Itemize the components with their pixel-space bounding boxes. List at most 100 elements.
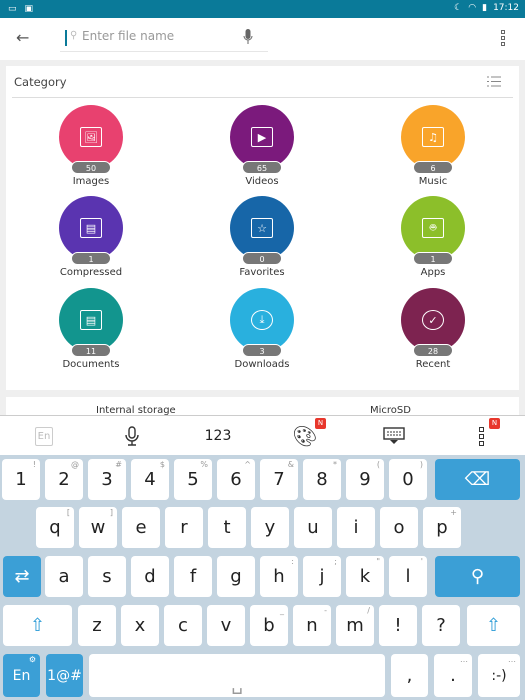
search-field[interactable]: ⚲: [60, 26, 268, 52]
key-hint: (: [376, 460, 380, 469]
key-o[interactable]: o: [380, 507, 418, 548]
key-hint: _: [280, 606, 284, 615]
key-.[interactable]: .…: [434, 654, 472, 697]
key-j[interactable]: j;: [303, 556, 341, 597]
key-1[interactable]: 1!: [2, 459, 40, 500]
key-0[interactable]: 0): [389, 459, 427, 500]
key-v[interactable]: v: [207, 605, 245, 646]
key-5[interactable]: 5%: [174, 459, 212, 500]
key-y[interactable]: y: [251, 507, 289, 548]
key-label: a: [58, 566, 70, 587]
key-label: c: [178, 615, 188, 636]
key-?[interactable]: ?: [422, 605, 460, 646]
key-9[interactable]: 9(: [346, 459, 384, 500]
key-u[interactable]: u: [294, 507, 332, 548]
category-recent[interactable]: ✓ 28 Recent: [383, 288, 483, 370]
key-b[interactable]: b _: [250, 605, 288, 646]
text-cursor: [65, 30, 67, 46]
category-apps[interactable]: 🤖︎ 1 Apps: [383, 196, 483, 278]
key-hint: ^: [244, 460, 251, 469]
space-key[interactable]: ␣: [89, 654, 385, 697]
key-e[interactable]: e: [122, 507, 160, 548]
key-m[interactable]: m /: [336, 605, 374, 646]
category-label: Apps: [420, 267, 446, 278]
key-label: f: [189, 566, 197, 587]
key-s[interactable]: s: [88, 556, 126, 597]
language-indicator[interactable]: En: [30, 416, 58, 456]
key-7[interactable]: 7 &: [260, 459, 298, 500]
keyboard-menu-icon[interactable]: [474, 416, 488, 456]
numbers-button[interactable]: 123: [196, 416, 240, 456]
category-label: Documents: [62, 359, 120, 370]
key-8[interactable]: 8 *: [303, 459, 341, 500]
category-images[interactable]: 🖼︎ 50 Images: [41, 105, 141, 187]
category-downloads[interactable]: ⤓ 3 Downloads: [212, 288, 312, 370]
key-label: p: [436, 517, 448, 538]
key-4[interactable]: 4 $: [131, 459, 169, 500]
key-hint: -: [324, 606, 327, 615]
symbols-key[interactable]: 1@#: [46, 654, 83, 697]
count-badge: 28: [413, 344, 453, 357]
key-q[interactable]: q[: [36, 507, 74, 548]
key-k[interactable]: k ": [346, 556, 384, 597]
keyboard: 1! 2 @3 #4 $5% 6 ^ 7 & 8 * 9(0) ⌫ q[w] e r t y u i o p + ⇄ a s d f g…: [0, 455, 525, 700]
category-card: Category 🖼︎ 50 Images ▶ 65 Videos ♫ 6 Music ▤ 1 Com…: [6, 66, 519, 390]
key-hint: *: [333, 460, 337, 469]
emoticon-key[interactable]: :-)…: [478, 654, 520, 697]
key-3[interactable]: 3 #: [88, 459, 126, 500]
category-videos[interactable]: ▶ 65 Videos: [212, 105, 312, 187]
category-documents[interactable]: ▤ 11 Documents: [41, 288, 141, 370]
key-r[interactable]: r: [165, 507, 203, 548]
key-hint: /: [367, 606, 370, 615]
category-circle: ▶ 65: [230, 105, 294, 174]
key-f[interactable]: f: [174, 556, 212, 597]
category-music[interactable]: ♫ 6 Music: [383, 105, 483, 187]
key-w[interactable]: w]: [79, 507, 117, 548]
voice-input-icon[interactable]: [118, 416, 146, 456]
key-label: d: [144, 566, 156, 587]
tab-key[interactable]: ⇄: [3, 556, 41, 597]
shift-right-key[interactable]: ⇧: [467, 605, 520, 646]
count-badge: 3: [242, 344, 282, 357]
key-c[interactable]: c: [164, 605, 202, 646]
more-icon[interactable]: [501, 30, 507, 46]
backspace-key[interactable]: ⌫: [435, 459, 520, 500]
back-arrow-icon[interactable]: ←: [16, 28, 29, 47]
shift-left-key[interactable]: ⇧: [3, 605, 72, 646]
category-compressed[interactable]: ▤ 1 Compressed: [41, 196, 141, 278]
hide-keyboard-icon[interactable]: [380, 416, 408, 456]
count-badge: 50: [71, 161, 111, 174]
star-icon: ☆: [251, 218, 273, 238]
key-a[interactable]: a: [45, 556, 83, 597]
key-hint: …: [460, 655, 468, 664]
key-2[interactable]: 2 @: [45, 459, 83, 500]
category-label: Videos: [245, 176, 279, 187]
key-d[interactable]: d: [131, 556, 169, 597]
android-icon: 🤖︎: [422, 218, 444, 238]
key-6[interactable]: 6 ^: [217, 459, 255, 500]
key-![interactable]: !: [379, 605, 417, 646]
key-label: i: [353, 517, 359, 538]
key-hint: #: [115, 460, 122, 469]
video-icon: ▶: [251, 127, 273, 147]
key-x[interactable]: x: [121, 605, 159, 646]
key-t[interactable]: t: [208, 507, 246, 548]
key-n[interactable]: n-: [293, 605, 331, 646]
mic-icon[interactable]: [243, 29, 253, 45]
search-input[interactable]: [82, 29, 232, 43]
key-label: 7: [273, 469, 285, 490]
search-key[interactable]: ⚲: [435, 556, 520, 597]
key-label: n: [306, 615, 318, 636]
list-view-icon[interactable]: [487, 76, 501, 87]
key-,[interactable]: ,: [391, 654, 428, 697]
image-icon: 🖼︎: [80, 127, 102, 147]
category-favorites[interactable]: ☆ 0 Favorites: [212, 196, 312, 278]
key-p[interactable]: p +: [423, 507, 461, 548]
key-i[interactable]: i: [337, 507, 375, 548]
key-h[interactable]: h:: [260, 556, 298, 597]
language-key[interactable]: En ⚙: [3, 654, 40, 697]
key-g[interactable]: g: [217, 556, 255, 597]
key-label: 9: [359, 469, 371, 490]
key-l[interactable]: l ': [389, 556, 427, 597]
key-z[interactable]: z: [78, 605, 116, 646]
